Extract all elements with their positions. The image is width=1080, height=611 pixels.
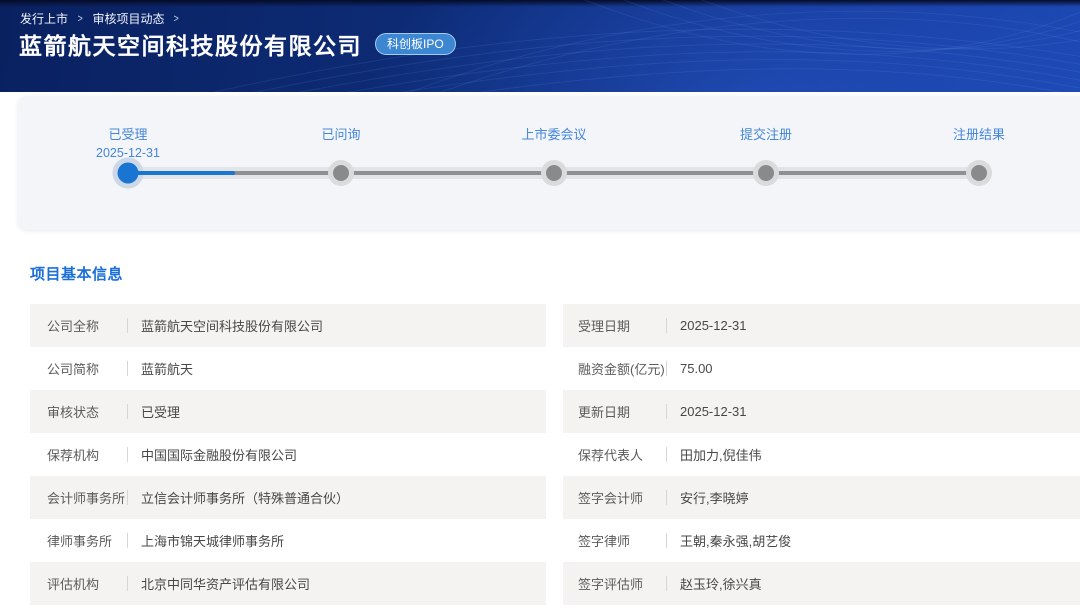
timeline-stage: 上市委会议 <box>464 124 644 146</box>
stage-label: 已问询 <box>251 124 431 143</box>
stage-node-icon <box>753 160 779 186</box>
info-value: 75.00 <box>680 361 713 376</box>
board-ipo-badge: 科创板IPO <box>375 33 456 55</box>
info-value: 已受理 <box>141 402 180 421</box>
info-label: 受理日期 <box>563 316 666 335</box>
info-value: 蓝箭航天 <box>141 359 193 378</box>
info-value: 上海市锦天城律师事务所 <box>141 531 284 550</box>
info-row: 公司全称 蓝箭航天空间科技股份有限公司 <box>30 304 546 347</box>
chevron-right-icon: > <box>174 13 179 25</box>
info-row: 律师事务所 上海市锦天城律师事务所 <box>30 519 546 562</box>
info-row: 签字律师 王朝,秦永强,胡艺俊 <box>563 519 1080 562</box>
timeline-stage: 注册结果 <box>889 124 1069 146</box>
info-label: 公司全称 <box>30 316 127 335</box>
info-row: 更新日期 2025-12-31 <box>563 390 1080 433</box>
timeline-progress-line <box>128 171 235 175</box>
label-value-divider <box>127 490 128 505</box>
info-value: 安行,李晓婷 <box>680 488 749 507</box>
label-value-divider <box>666 404 667 419</box>
info-label: 融资金额(亿元) <box>563 359 666 378</box>
chevron-right-icon: > <box>78 13 83 25</box>
info-value: 赵玉玲,徐兴真 <box>680 574 762 593</box>
review-progress-panel: 已受理 2025-12-31 已问询 上市委会议 提交注册 <box>18 96 1080 230</box>
info-value: 王朝,秦永强,胡艺俊 <box>680 531 791 550</box>
info-value: 北京中同华资产评估有限公司 <box>141 574 310 593</box>
label-value-divider <box>127 533 128 548</box>
info-label: 签字会计师 <box>563 488 666 507</box>
stage-label: 注册结果 <box>889 124 1069 143</box>
timeline-stages: 已受理 2025-12-31 已问询 上市委会议 提交注册 <box>18 96 1080 230</box>
info-label: 保荐机构 <box>30 445 127 464</box>
info-label: 公司简称 <box>30 359 127 378</box>
info-row: 保荐代表人 田加力,倪佳伟 <box>563 433 1080 476</box>
label-value-divider <box>127 576 128 591</box>
label-value-divider <box>666 361 667 376</box>
info-column-right: 受理日期 2025-12-31 融资金额(亿元) 75.00 更新日期 2025… <box>563 304 1080 605</box>
breadcrumb: 发行上市 > 审核项目动态 > <box>20 10 180 27</box>
info-label: 律师事务所 <box>30 531 127 550</box>
info-row: 受理日期 2025-12-31 <box>563 304 1080 347</box>
stage-node-icon <box>966 160 992 186</box>
stage-label: 提交注册 <box>676 124 856 143</box>
label-value-divider <box>666 490 667 505</box>
label-value-divider <box>127 404 128 419</box>
info-label: 评估机构 <box>30 574 127 593</box>
stage-label: 已受理 <box>38 124 218 143</box>
section-title-basic-info: 项目基本信息 <box>30 263 1080 284</box>
info-row: 签字评估师 赵玉玲,徐兴真 <box>563 562 1080 605</box>
info-label: 会计师事务所 <box>30 488 127 507</box>
stage-node-icon <box>541 160 567 186</box>
info-row: 签字会计师 安行,李晓婷 <box>563 476 1080 519</box>
label-value-divider <box>127 318 128 333</box>
info-row: 公司简称 蓝箭航天 <box>30 347 546 390</box>
info-row: 保荐机构 中国国际金融股份有限公司 <box>30 433 546 476</box>
info-value: 蓝箭航天空间科技股份有限公司 <box>141 316 323 335</box>
info-row: 会计师事务所 立信会计师事务所（特殊普通合伙） <box>30 476 546 519</box>
title-row: 蓝箭航天空间科技股份有限公司 科创板IPO <box>19 27 456 61</box>
info-row: 融资金额(亿元) 75.00 <box>563 347 1080 390</box>
info-row: 审核状态 已受理 <box>30 390 546 433</box>
label-value-divider <box>127 447 128 462</box>
label-value-divider <box>666 576 667 591</box>
timeline-stage: 已受理 2025-12-31 <box>38 124 218 160</box>
info-value: 2025-12-31 <box>680 404 747 419</box>
label-value-divider <box>666 447 667 462</box>
info-value: 中国国际金融股份有限公司 <box>141 445 297 464</box>
project-info-grid: 公司全称 蓝箭航天空间科技股份有限公司 公司简称 蓝箭航天 审核状态 已受理 保… <box>0 304 1080 605</box>
page-title: 蓝箭航天空间科技股份有限公司 <box>19 27 362 61</box>
header-top-shade <box>0 0 1080 7</box>
breadcrumb-item-issuance[interactable]: 发行上市 <box>20 10 68 27</box>
info-label: 签字评估师 <box>563 574 666 593</box>
breadcrumb-item-review-dynamics[interactable]: 审核项目动态 <box>92 10 164 27</box>
timeline-stage: 已问询 <box>251 124 431 146</box>
stage-label: 上市委会议 <box>464 124 644 143</box>
info-label: 签字律师 <box>563 531 666 550</box>
info-value: 立信会计师事务所（特殊普通合伙） <box>141 488 349 507</box>
label-value-divider <box>666 533 667 548</box>
info-label: 审核状态 <box>30 402 127 421</box>
timeline-stage: 提交注册 <box>676 124 856 146</box>
info-value: 田加力,倪佳伟 <box>680 445 762 464</box>
info-value: 2025-12-31 <box>680 318 747 333</box>
info-column-left: 公司全称 蓝箭航天空间科技股份有限公司 公司简称 蓝箭航天 审核状态 已受理 保… <box>30 304 546 605</box>
info-label: 保荐代表人 <box>563 445 666 464</box>
info-row: 评估机构 北京中同华资产评估有限公司 <box>30 562 546 605</box>
info-label: 更新日期 <box>563 402 666 421</box>
page-header: 发行上市 > 审核项目动态 > 蓝箭航天空间科技股份有限公司 科创板IPO <box>0 0 1080 92</box>
stage-node-icon <box>328 160 354 186</box>
label-value-divider <box>666 318 667 333</box>
label-value-divider <box>127 361 128 376</box>
